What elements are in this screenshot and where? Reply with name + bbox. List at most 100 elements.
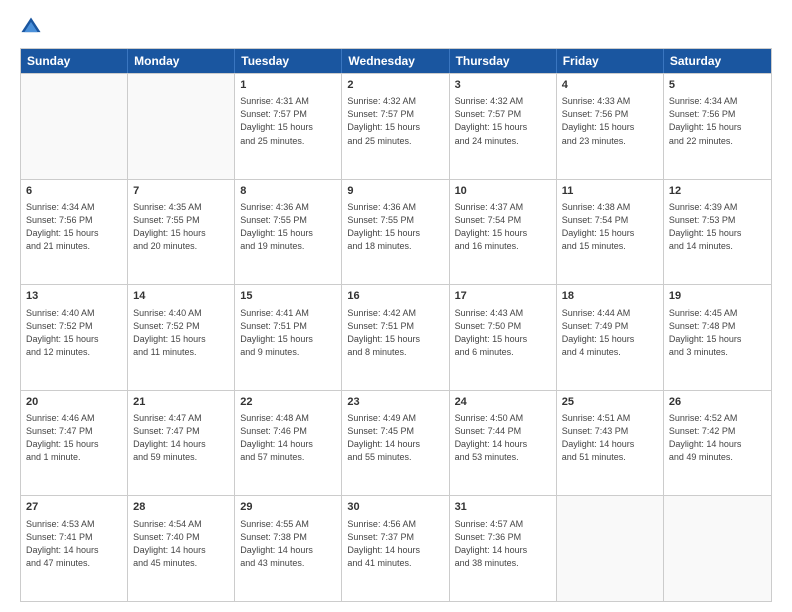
calendar-day-18: 18 Sunrise: 4:44 AMSunset: 7:49 PMDayligh… xyxy=(557,285,664,390)
calendar-day-8: 8 Sunrise: 4:36 AMSunset: 7:55 PMDaylight… xyxy=(235,180,342,285)
calendar: SundayMondayTuesdayWednesdayThursdayFrid… xyxy=(20,48,772,602)
day-detail: Sunrise: 4:50 AMSunset: 7:44 PMDaylight:… xyxy=(455,412,551,464)
calendar-day-13: 13Sunrise: 4:40 AMSunset: 7:52 PMDayligh… xyxy=(21,285,128,390)
date-number: 18 xyxy=(562,289,658,304)
date-number: 30 xyxy=(347,500,443,515)
day-detail: Sunrise: 4:46 AMSunset: 7:47 PMDaylight:… xyxy=(26,412,122,464)
day-detail: Sunrise: 4:49 AMSunset: 7:45 PMDaylight:… xyxy=(347,412,443,464)
calendar-day-20: 20 Sunrise: 4:46 AMSunset: 7:47 PMDayligh… xyxy=(21,391,128,496)
calendar-empty-cell xyxy=(557,496,664,601)
calendar-week-5: 27Sunrise: 4:53 AMSunset: 7:41 PMDayligh… xyxy=(21,495,771,601)
date-number: 4 xyxy=(562,78,658,93)
date-number: 8 xyxy=(240,184,336,199)
calendar-day-6: 6 Sunrise: 4:34 AMSunset: 7:56 PMDaylight… xyxy=(21,180,128,285)
logo-icon xyxy=(20,16,42,38)
calendar-day-24: 24Sunrise: 4:50 AMSunset: 7:44 PMDayligh… xyxy=(450,391,557,496)
day-detail: Sunrise: 4:43 AMSunset: 7:50 PMDaylight:… xyxy=(455,307,551,359)
header-friday: Friday xyxy=(557,49,664,73)
calendar-day-28: 28Sunrise: 4:54 AMSunset: 7:40 PMDayligh… xyxy=(128,496,235,601)
calendar-day-5: 5 Sunrise: 4:34 AMSunset: 7:56 PMDaylight… xyxy=(664,74,771,179)
calendar-day-12: 12 Sunrise: 4:39 AMSunset: 7:53 PMDayligh… xyxy=(664,180,771,285)
day-detail: Sunrise: 4:32 AMSunset: 7:57 PMDaylight:… xyxy=(347,95,443,147)
header-saturday: Saturday xyxy=(664,49,771,73)
date-number: 1 xyxy=(240,78,336,93)
date-number: 14 xyxy=(133,289,229,304)
day-detail: Sunrise: 4:39 AMSunset: 7:53 PMDaylight:… xyxy=(669,201,766,253)
date-number: 15 xyxy=(240,289,336,304)
calendar-day-4: 4 Sunrise: 4:33 AMSunset: 7:56 PMDaylight… xyxy=(557,74,664,179)
date-number: 11 xyxy=(562,184,658,199)
day-detail: Sunrise: 4:36 AMSunset: 7:55 PMDaylight:… xyxy=(347,201,443,253)
date-number: 20 xyxy=(26,395,122,410)
day-detail: Sunrise: 4:40 AMSunset: 7:52 PMDaylight:… xyxy=(133,307,229,359)
header xyxy=(20,16,772,38)
calendar-body: 1 Sunrise: 4:31 AMSunset: 7:57 PMDaylight… xyxy=(21,73,771,601)
day-detail: Sunrise: 4:56 AMSunset: 7:37 PMDaylight:… xyxy=(347,518,443,570)
day-detail: Sunrise: 4:36 AMSunset: 7:55 PMDaylight:… xyxy=(240,201,336,253)
day-detail: Sunrise: 4:35 AMSunset: 7:55 PMDaylight:… xyxy=(133,201,229,253)
calendar-day-15: 15 Sunrise: 4:41 AMSunset: 7:51 PMDayligh… xyxy=(235,285,342,390)
calendar-day-29: 29 Sunrise: 4:55 AMSunset: 7:38 PMDayligh… xyxy=(235,496,342,601)
date-number: 26 xyxy=(669,395,766,410)
calendar-day-16: 16Sunrise: 4:42 AMSunset: 7:51 PMDayligh… xyxy=(342,285,449,390)
date-number: 13 xyxy=(26,289,122,304)
date-number: 12 xyxy=(669,184,766,199)
date-number: 10 xyxy=(455,184,551,199)
date-number: 16 xyxy=(347,289,443,304)
calendar-day-7: 7Sunrise: 4:35 AMSunset: 7:55 PMDaylight… xyxy=(128,180,235,285)
date-number: 25 xyxy=(562,395,658,410)
calendar-empty-cell xyxy=(128,74,235,179)
calendar-header-row: SundayMondayTuesdayWednesdayThursdayFrid… xyxy=(21,49,771,73)
day-detail: Sunrise: 4:47 AMSunset: 7:47 PMDaylight:… xyxy=(133,412,229,464)
page: SundayMondayTuesdayWednesdayThursdayFrid… xyxy=(0,0,792,612)
date-number: 28 xyxy=(133,500,229,515)
calendar-day-11: 11 Sunrise: 4:38 AMSunset: 7:54 PMDayligh… xyxy=(557,180,664,285)
header-wednesday: Wednesday xyxy=(342,49,449,73)
calendar-day-3: 3 Sunrise: 4:32 AMSunset: 7:57 PMDaylight… xyxy=(450,74,557,179)
day-detail: Sunrise: 4:34 AMSunset: 7:56 PMDaylight:… xyxy=(26,201,122,253)
calendar-week-3: 13 Sunrise: 4:40 AMSunset: 7:52 PMDayligh… xyxy=(21,284,771,390)
header-sunday: Sunday xyxy=(21,49,128,73)
date-number: 19 xyxy=(669,289,766,304)
day-detail: Sunrise: 4:34 AMSunset: 7:56 PMDaylight:… xyxy=(669,95,766,147)
date-number: 29 xyxy=(240,500,336,515)
date-number: 6 xyxy=(26,184,122,199)
day-detail: Sunrise: 4:38 AMSunset: 7:54 PMDaylight:… xyxy=(562,201,658,253)
calendar-day-30: 30 Sunrise: 4:56 AMSunset: 7:37 PMDayligh… xyxy=(342,496,449,601)
calendar-day-23: 23 Sunrise: 4:49 AMSunset: 7:45 PMDayligh… xyxy=(342,391,449,496)
date-number: 5 xyxy=(669,78,766,93)
calendar-day-31: 31 Sunrise: 4:57 AMSunset: 7:36 PMDayligh… xyxy=(450,496,557,601)
header-thursday: Thursday xyxy=(450,49,557,73)
date-number: 17 xyxy=(455,289,551,304)
date-number: 31 xyxy=(455,500,551,515)
calendar-day-22: 22Sunrise: 4:48 AMSunset: 7:46 PMDayligh… xyxy=(235,391,342,496)
day-detail: Sunrise: 4:53 AMSunset: 7:41 PMDaylight:… xyxy=(26,518,122,570)
calendar-day-19: 19Sunrise: 4:45 AMSunset: 7:48 PMDayligh… xyxy=(664,285,771,390)
calendar-day-9: 9 Sunrise: 4:36 AMSunset: 7:55 PMDaylight… xyxy=(342,180,449,285)
date-number: 9 xyxy=(347,184,443,199)
logo xyxy=(20,16,48,38)
day-detail: Sunrise: 4:51 AMSunset: 7:43 PMDaylight:… xyxy=(562,412,658,464)
header-tuesday: Tuesday xyxy=(235,49,342,73)
day-detail: Sunrise: 4:57 AMSunset: 7:36 PMDaylight:… xyxy=(455,518,551,570)
calendar-day-17: 17 Sunrise: 4:43 AMSunset: 7:50 PMDayligh… xyxy=(450,285,557,390)
day-detail: Sunrise: 4:55 AMSunset: 7:38 PMDaylight:… xyxy=(240,518,336,570)
day-detail: Sunrise: 4:32 AMSunset: 7:57 PMDaylight:… xyxy=(455,95,551,147)
day-detail: Sunrise: 4:41 AMSunset: 7:51 PMDaylight:… xyxy=(240,307,336,359)
day-detail: Sunrise: 4:37 AMSunset: 7:54 PMDaylight:… xyxy=(455,201,551,253)
calendar-day-14: 14 Sunrise: 4:40 AMSunset: 7:52 PMDayligh… xyxy=(128,285,235,390)
calendar-day-25: 25 Sunrise: 4:51 AMSunset: 7:43 PMDayligh… xyxy=(557,391,664,496)
date-number: 3 xyxy=(455,78,551,93)
day-detail: Sunrise: 4:52 AMSunset: 7:42 PMDaylight:… xyxy=(669,412,766,464)
calendar-day-27: 27Sunrise: 4:53 AMSunset: 7:41 PMDayligh… xyxy=(21,496,128,601)
date-number: 23 xyxy=(347,395,443,410)
day-detail: Sunrise: 4:33 AMSunset: 7:56 PMDaylight:… xyxy=(562,95,658,147)
calendar-day-2: 2Sunrise: 4:32 AMSunset: 7:57 PMDaylight… xyxy=(342,74,449,179)
calendar-day-26: 26 Sunrise: 4:52 AMSunset: 7:42 PMDayligh… xyxy=(664,391,771,496)
calendar-week-2: 6 Sunrise: 4:34 AMSunset: 7:56 PMDaylight… xyxy=(21,179,771,285)
calendar-empty-cell xyxy=(664,496,771,601)
day-detail: Sunrise: 4:31 AMSunset: 7:57 PMDaylight:… xyxy=(240,95,336,147)
day-detail: Sunrise: 4:44 AMSunset: 7:49 PMDaylight:… xyxy=(562,307,658,359)
calendar-day-10: 10 Sunrise: 4:37 AMSunset: 7:54 PMDayligh… xyxy=(450,180,557,285)
calendar-week-4: 20 Sunrise: 4:46 AMSunset: 7:47 PMDayligh… xyxy=(21,390,771,496)
